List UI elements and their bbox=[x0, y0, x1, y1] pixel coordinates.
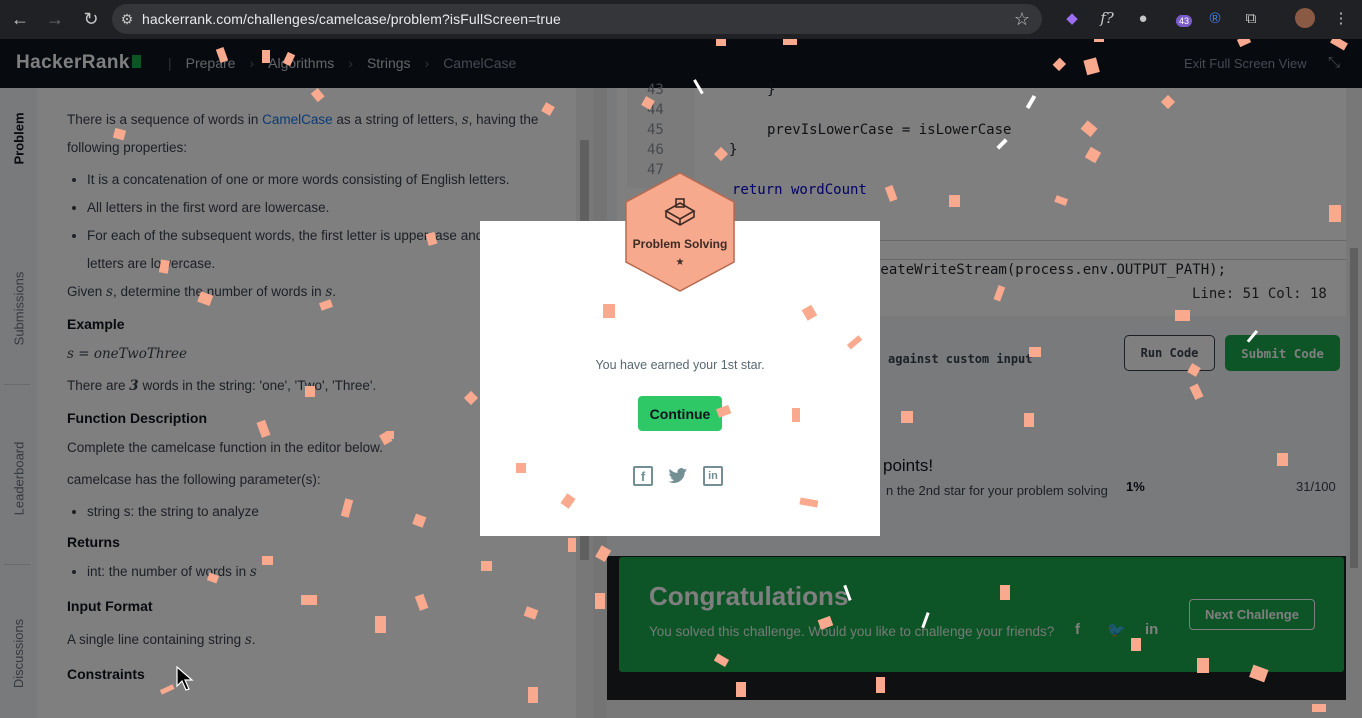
site-settings-icon[interactable]: ⚙ bbox=[112, 11, 142, 28]
continue-button[interactable]: Continue bbox=[638, 396, 722, 431]
badge-star-icon: ★ bbox=[675, 257, 685, 268]
profile-avatar[interactable] bbox=[1293, 6, 1317, 30]
mouse-pointer-icon bbox=[176, 666, 194, 691]
bookmark-star-icon[interactable]: ☆ bbox=[1014, 9, 1030, 30]
facebook-icon[interactable]: f bbox=[633, 466, 653, 486]
problem-solving-badge: Problem Solving ★ bbox=[624, 171, 736, 293]
linkedin-icon[interactable]: in bbox=[703, 466, 723, 486]
extension-badge: 43 bbox=[1176, 15, 1193, 27]
hexagon-badge-shape bbox=[625, 172, 735, 292]
extension-icon-1[interactable]: ◆ bbox=[1060, 6, 1084, 30]
extension-icon-5[interactable]: ® bbox=[1203, 6, 1227, 30]
address-bar[interactable]: ⚙ hackerrank.com/challenges/camelcase/pr… bbox=[112, 4, 1042, 34]
reload-icon[interactable]: ↻ bbox=[73, 5, 109, 33]
badge-label: Problem Solving bbox=[632, 237, 728, 251]
browser-toolbar: ← → ↻ ⚙ hackerrank.com/challenges/camelc… bbox=[0, 0, 1362, 39]
extension-icon-2[interactable]: f? bbox=[1095, 6, 1119, 30]
twitter-icon[interactable] bbox=[668, 466, 688, 486]
menu-dots-icon[interactable]: ⋮ bbox=[1329, 6, 1353, 30]
back-icon[interactable]: ← bbox=[2, 5, 38, 33]
url-text: hackerrank.com/challenges/camelcase/prob… bbox=[142, 11, 561, 27]
extension-icon-3[interactable]: ● bbox=[1131, 6, 1155, 30]
forward-icon[interactable]: → bbox=[37, 5, 73, 33]
earned-star-text: You have earned your 1st star. bbox=[595, 358, 765, 372]
extensions-puzzle-icon[interactable]: ⧉ bbox=[1239, 6, 1263, 30]
